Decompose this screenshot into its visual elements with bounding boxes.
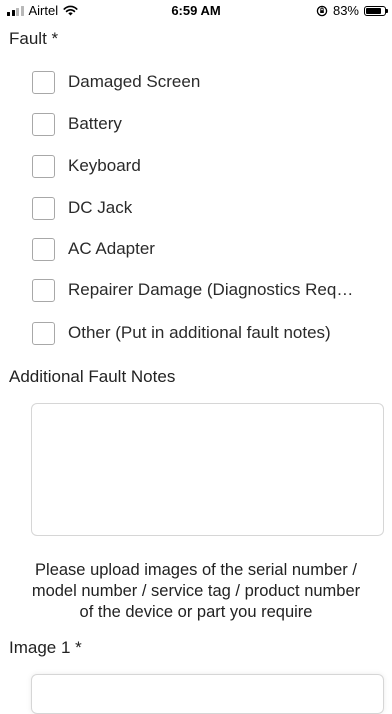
fault-option-damaged-screen[interactable]: Damaged Screen bbox=[32, 69, 200, 95]
image1-upload-field[interactable] bbox=[31, 674, 384, 714]
checkbox-label: Battery bbox=[68, 114, 122, 133]
fault-option-keyboard[interactable]: Keyboard bbox=[32, 153, 141, 179]
status-bar: Airtel 6:59 AM 83% bbox=[0, 0, 392, 22]
image1-label: Image 1 * bbox=[9, 638, 82, 657]
checkbox[interactable] bbox=[32, 278, 55, 302]
battery-icon bbox=[364, 5, 388, 16]
checkbox[interactable] bbox=[32, 70, 55, 94]
fault-option-battery[interactable]: Battery bbox=[32, 111, 122, 137]
checkbox[interactable] bbox=[32, 321, 55, 345]
checkbox[interactable] bbox=[32, 196, 55, 220]
fault-option-other[interactable]: Other (Put in additional fault notes) bbox=[32, 320, 331, 346]
checkbox[interactable] bbox=[32, 154, 55, 178]
orientation-lock-icon bbox=[316, 5, 328, 16]
checkbox[interactable] bbox=[32, 237, 55, 261]
checkbox-label: Other (Put in additional fault notes) bbox=[68, 323, 331, 342]
checkbox-label: Repairer Damage (Diagnostics Requir... bbox=[68, 280, 358, 299]
checkbox-label: Damaged Screen bbox=[68, 72, 201, 91]
checkbox[interactable] bbox=[32, 112, 55, 136]
fault-option-ac-adapter[interactable]: AC Adapter bbox=[32, 236, 155, 262]
checkbox-label: DC Jack bbox=[68, 198, 133, 217]
checkbox-label: Keyboard bbox=[68, 156, 141, 175]
upload-instructions-line: of the device or part you require bbox=[79, 603, 313, 621]
notes-label: Additional Fault Notes bbox=[9, 367, 176, 386]
fault-option-dc-jack[interactable]: DC Jack bbox=[32, 195, 132, 221]
battery-percent: 83% bbox=[332, 3, 359, 18]
upload-instructions: Please upload images of the serial numbe… bbox=[0, 560, 392, 623]
upload-instructions-line: Please upload images of the serial numbe… bbox=[35, 561, 357, 579]
fault-option-repairer-damage[interactable]: Repairer Damage (Diagnostics Requir... bbox=[32, 277, 358, 303]
notes-textarea[interactable] bbox=[31, 403, 384, 536]
fault-label: Fault * bbox=[9, 29, 59, 48]
status-right: 83% bbox=[316, 3, 388, 18]
checkbox-label: AC Adapter bbox=[68, 239, 155, 258]
upload-instructions-line: model number / service tag / product num… bbox=[31, 582, 361, 600]
